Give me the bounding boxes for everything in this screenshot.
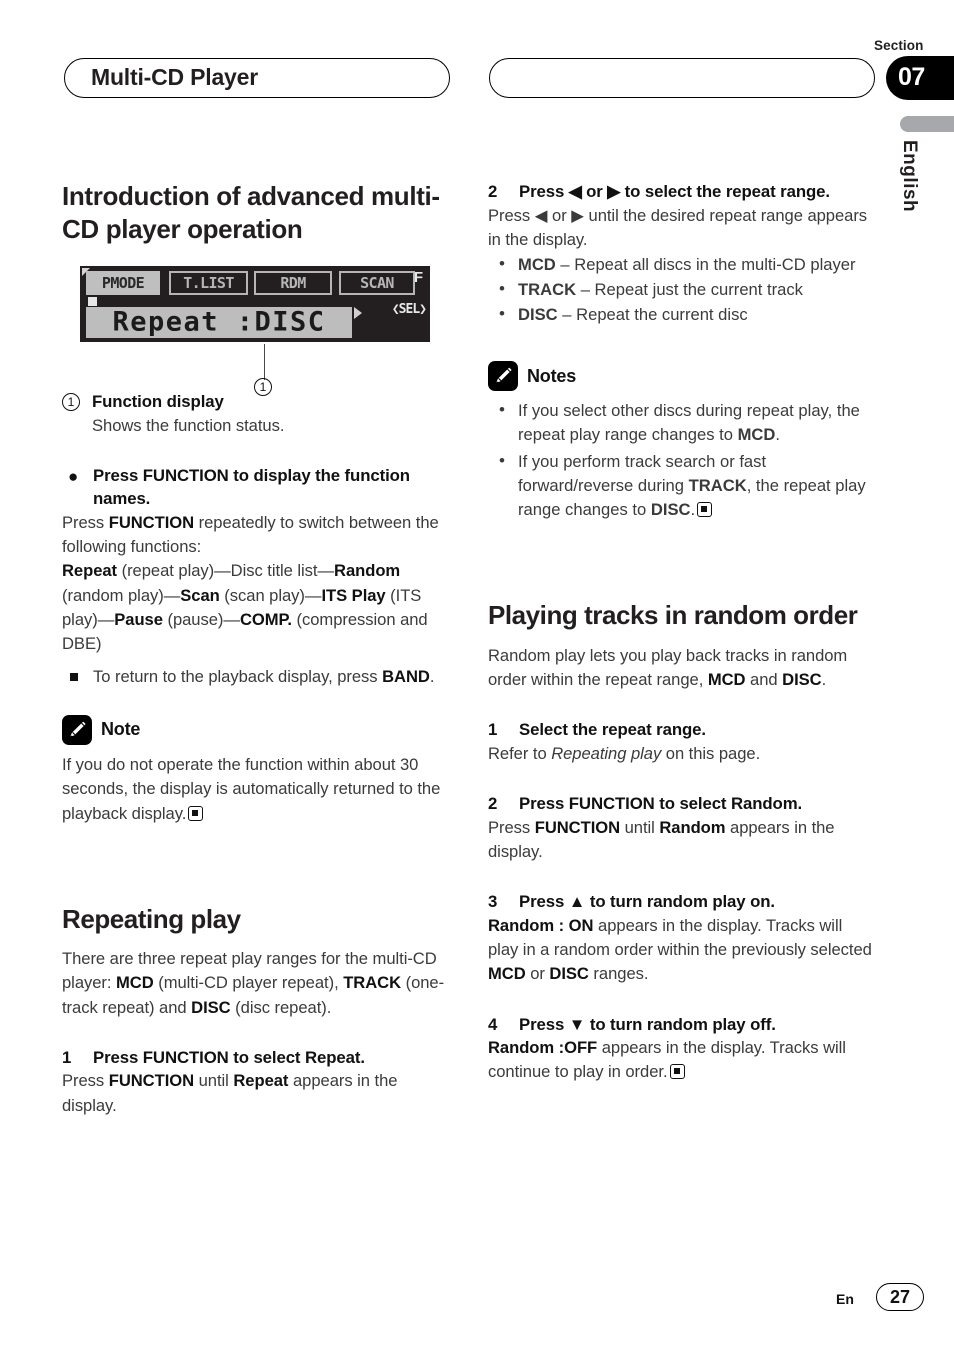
- page-title: Multi-CD Player: [91, 63, 258, 90]
- function-names-title: Press FUNCTION to display the function n…: [93, 465, 410, 509]
- note-header: Note: [62, 714, 450, 745]
- random-step-1-title: 1 Select the repeat range.: [488, 720, 706, 740]
- notes-label: Notes: [527, 365, 577, 386]
- random-step-1-body: Refer to Repeating play on this page.: [488, 743, 761, 763]
- left-arrow-icon: ◀: [534, 205, 548, 225]
- header-pill-right: [489, 58, 875, 98]
- repeat-step-2-body: Press ◀ or ▶ until the desired repeat ra…: [488, 205, 868, 249]
- left-heading: Introduction of advanced multi-CD player…: [62, 181, 440, 245]
- lcd-main-text: Repeat :DISC: [112, 305, 326, 337]
- random-step-4-body: Random :OFF appears in the display. Trac…: [488, 1038, 846, 1082]
- page-number: 27: [876, 1283, 924, 1311]
- bullet-icon: •: [499, 279, 505, 299]
- end-of-section-icon: [669, 1064, 685, 1080]
- repeating-play-heading: Repeating play: [62, 903, 241, 934]
- section-number: 07: [898, 62, 925, 91]
- repeating-step-1-body: Press FUNCTION until Repeat appears in t…: [62, 1071, 398, 1115]
- bullet-icon: •: [499, 400, 505, 420]
- lcd-indicator-row: PMODE T.LIST RDM SCAN F: [80, 266, 430, 302]
- bullet-icon: •: [499, 254, 505, 274]
- lcd-display: PMODE T.LIST RDM SCAN F Repeat :DISC ❮SE…: [80, 266, 430, 343]
- repeating-step-1-title: 1 Press FUNCTION to select Repeat.: [62, 1047, 365, 1067]
- lcd-triangle-icon: [354, 307, 362, 320]
- left-column: Introduction of advanced multi-CD player…: [62, 180, 450, 1118]
- language-label: English: [899, 140, 920, 213]
- random-step-3-body: Random : ON appears in the display. Trac…: [488, 915, 872, 984]
- filled-circle-bullet-icon: ●: [68, 466, 79, 486]
- language-accent-bar: [900, 116, 954, 132]
- repeat-range-options: • MCD – Repeat all discs in the multi-CD …: [488, 253, 876, 327]
- list-item: • If you select other discs during repeat…: [499, 400, 860, 445]
- return-playback-text: To return to the playback display, press…: [93, 666, 435, 686]
- lcd-tag-rdm: RDM: [254, 271, 332, 296]
- random-order-heading: Playing tracks in random order: [488, 600, 858, 631]
- bullet-icon: •: [499, 304, 505, 324]
- header-pill-left: Multi-CD Player: [64, 58, 450, 98]
- lcd-square-indicator: [88, 297, 97, 307]
- lcd-tag-tlist: T.LIST: [169, 271, 248, 296]
- function-chain: Repeat (repeat play)—Disc title list—Ran…: [62, 561, 428, 654]
- end-of-section-icon: [697, 502, 713, 518]
- random-step-2-body: Press FUNCTION until Random appears in t…: [488, 817, 835, 861]
- list-item: • TRACK – Repeat just the current track: [488, 278, 876, 302]
- bullet-icon: •: [499, 451, 505, 471]
- end-of-section-icon: [188, 805, 204, 821]
- list-item: • If you perform track search or fast for…: [499, 451, 866, 520]
- random-step-2-title: 2 Press FUNCTION to select Random.: [488, 794, 803, 814]
- manual-page: Multi-CD Player Section 07 English Intro…: [0, 0, 954, 1352]
- list-item: • DISC – Repeat the current disc: [488, 303, 876, 327]
- list-item: • MCD – Repeat all discs in the multi-CD …: [488, 253, 876, 277]
- right-column: 2 Press ◀ or ▶ to select the repeat range…: [488, 180, 876, 1085]
- note-label: Note: [101, 719, 141, 740]
- legend-description: Shows the function status.: [92, 415, 285, 435]
- pencil-icon: [488, 361, 518, 392]
- note-text: If you do not operate the function withi…: [62, 754, 441, 823]
- repeating-play-intro: There are three repeat play ranges for t…: [62, 949, 445, 1017]
- lcd-tag-scan: SCAN: [339, 271, 415, 296]
- random-step-4-title: 4 Press ▼ to turn random play off.: [488, 1014, 776, 1034]
- random-step-3-title: 3 Press ▲ to turn random play on.: [488, 892, 775, 912]
- legend-term: Function display: [92, 392, 224, 412]
- lcd-figure: PMODE T.LIST RDM SCAN F Repeat :DISC ❮SE…: [80, 266, 436, 397]
- lcd-sel-label: ❮SEL❯: [391, 302, 427, 318]
- section-tab: 07: [886, 56, 954, 100]
- legend-item-function-display: 1 Function display Shows the function st…: [62, 390, 450, 438]
- repeat-step-2-title: 2 Press ◀ or ▶ to select the repeat range…: [488, 182, 830, 201]
- legend-marker: 1: [62, 391, 80, 414]
- lcd-tag-pmode: PMODE: [86, 271, 160, 296]
- footer-language-code: En: [836, 1291, 854, 1307]
- notes-header: Notes: [488, 361, 876, 392]
- right-arrow-icon: ▶: [571, 205, 584, 225]
- function-names-bullet: ● Press FUNCTION to display the function…: [62, 464, 450, 511]
- pencil-icon: [62, 714, 92, 745]
- function-names-body: Press FUNCTION repeatedly to switch betw…: [62, 512, 439, 557]
- lcd-function-display: Repeat :DISC: [86, 305, 352, 339]
- lcd-indicator-f: F: [413, 269, 423, 287]
- square-bullet-icon: [70, 672, 78, 681]
- callout-leader-line: [264, 344, 266, 381]
- return-playback-note: To return to the playback display, press…: [62, 665, 450, 689]
- random-order-intro: Random play lets you play back tracks in…: [488, 645, 848, 689]
- notes-list: • If you select other discs during repeat…: [488, 399, 876, 522]
- section-label: Section: [874, 38, 924, 53]
